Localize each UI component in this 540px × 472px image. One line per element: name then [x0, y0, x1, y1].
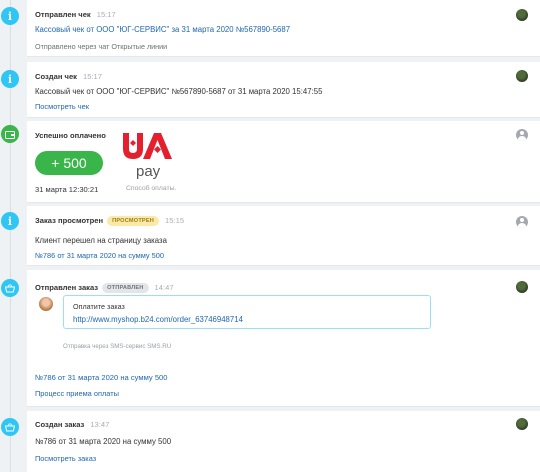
- wallet-icon: [1, 125, 19, 143]
- status-badge: ОТПРАВЛЕН: [102, 283, 149, 293]
- payment-method-label: Способ оплаты.: [126, 185, 177, 192]
- sms-title: Оплатите заказ: [73, 302, 125, 311]
- order-link[interactable]: №786 от 31 марта 2020 на сумму 500: [35, 373, 168, 382]
- ua-pay-logo: pay: [123, 133, 172, 179]
- event-title: Заказ просмотрен ПРОСМОТРЕН 15:15: [35, 216, 185, 226]
- user-avatar[interactable]: [516, 418, 528, 430]
- event-title: Создан чек 15:17: [35, 72, 102, 81]
- user-avatar[interactable]: [516, 9, 528, 21]
- user-avatar[interactable]: [516, 70, 528, 82]
- info-icon: i: [1, 70, 19, 88]
- event-note: Отправлено через чат Открытые линии: [35, 42, 168, 51]
- basket-icon: [1, 418, 19, 436]
- order-link[interactable]: №786 от 31 марта 2020 на сумму 500: [35, 251, 164, 260]
- event-text: №786 от 31 марта 2020 на сумму 500: [35, 437, 172, 446]
- event-order-viewed: Заказ просмотрен ПРОСМОТРЕН 15:15 Клиент п…: [27, 206, 540, 266]
- user-avatar[interactable]: [516, 216, 528, 228]
- event-check-sent: Отправлен чек 15:17 Кассовый чек от ООО "…: [27, 0, 540, 57]
- event-order-sent: Отправлен заказ ОТПРАВЛЕН 14:47 Оплатите з…: [27, 270, 540, 407]
- sms-order-link[interactable]: http://www.myshop.b24.com/order_63746948…: [73, 315, 243, 324]
- event-text: Клиент перешел на страницу заказа: [35, 236, 167, 245]
- sms-via: Отправка через SMS-сервис SMS.RU: [63, 343, 172, 350]
- event-paid: Успешно оплачено + 500 31 марта 12:30:21…: [27, 121, 540, 203]
- event-title: Отправлен заказ ОТПРАВЛЕН 14:47: [35, 283, 174, 293]
- client-avatar: [39, 297, 53, 311]
- view-check-link[interactable]: Посмотреть чек: [35, 102, 89, 111]
- sms-message: Оплатите заказ http://www.myshop.b24.com…: [63, 295, 431, 329]
- amount-badge: + 500: [35, 151, 103, 175]
- status-badge: ПРОСМОТРЕН: [107, 216, 160, 226]
- event-check-created: Создан чек 15:17 Кассовый чек от ООО "ЮГ-…: [27, 62, 540, 118]
- payment-process-link[interactable]: Процесс приема оплаты: [35, 389, 119, 398]
- payment-date: 31 марта 12:30:21: [35, 185, 99, 194]
- view-order-link[interactable]: Посмотреть заказ: [35, 454, 96, 463]
- info-icon: i: [1, 212, 19, 230]
- event-title: Создан заказ 13:47: [35, 420, 110, 429]
- event-text: Кассовый чек от ООО "ЮГ-СЕРВИС" №567890-…: [35, 87, 323, 96]
- check-link[interactable]: Кассовый чек от ООО "ЮГ-СЕРВИС" за 31 ма…: [35, 25, 290, 34]
- svg-text:pay: pay: [136, 163, 161, 179]
- event-title: Успешно оплачено: [35, 131, 106, 140]
- user-avatar[interactable]: [516, 129, 528, 141]
- event-order-created: Создан заказ 13:47 №786 от 31 марта 2020 …: [27, 411, 540, 472]
- user-avatar[interactable]: [516, 281, 528, 293]
- info-icon: i: [1, 7, 19, 25]
- event-title: Отправлен чек 15:17: [35, 10, 116, 19]
- basket-icon: [1, 279, 19, 297]
